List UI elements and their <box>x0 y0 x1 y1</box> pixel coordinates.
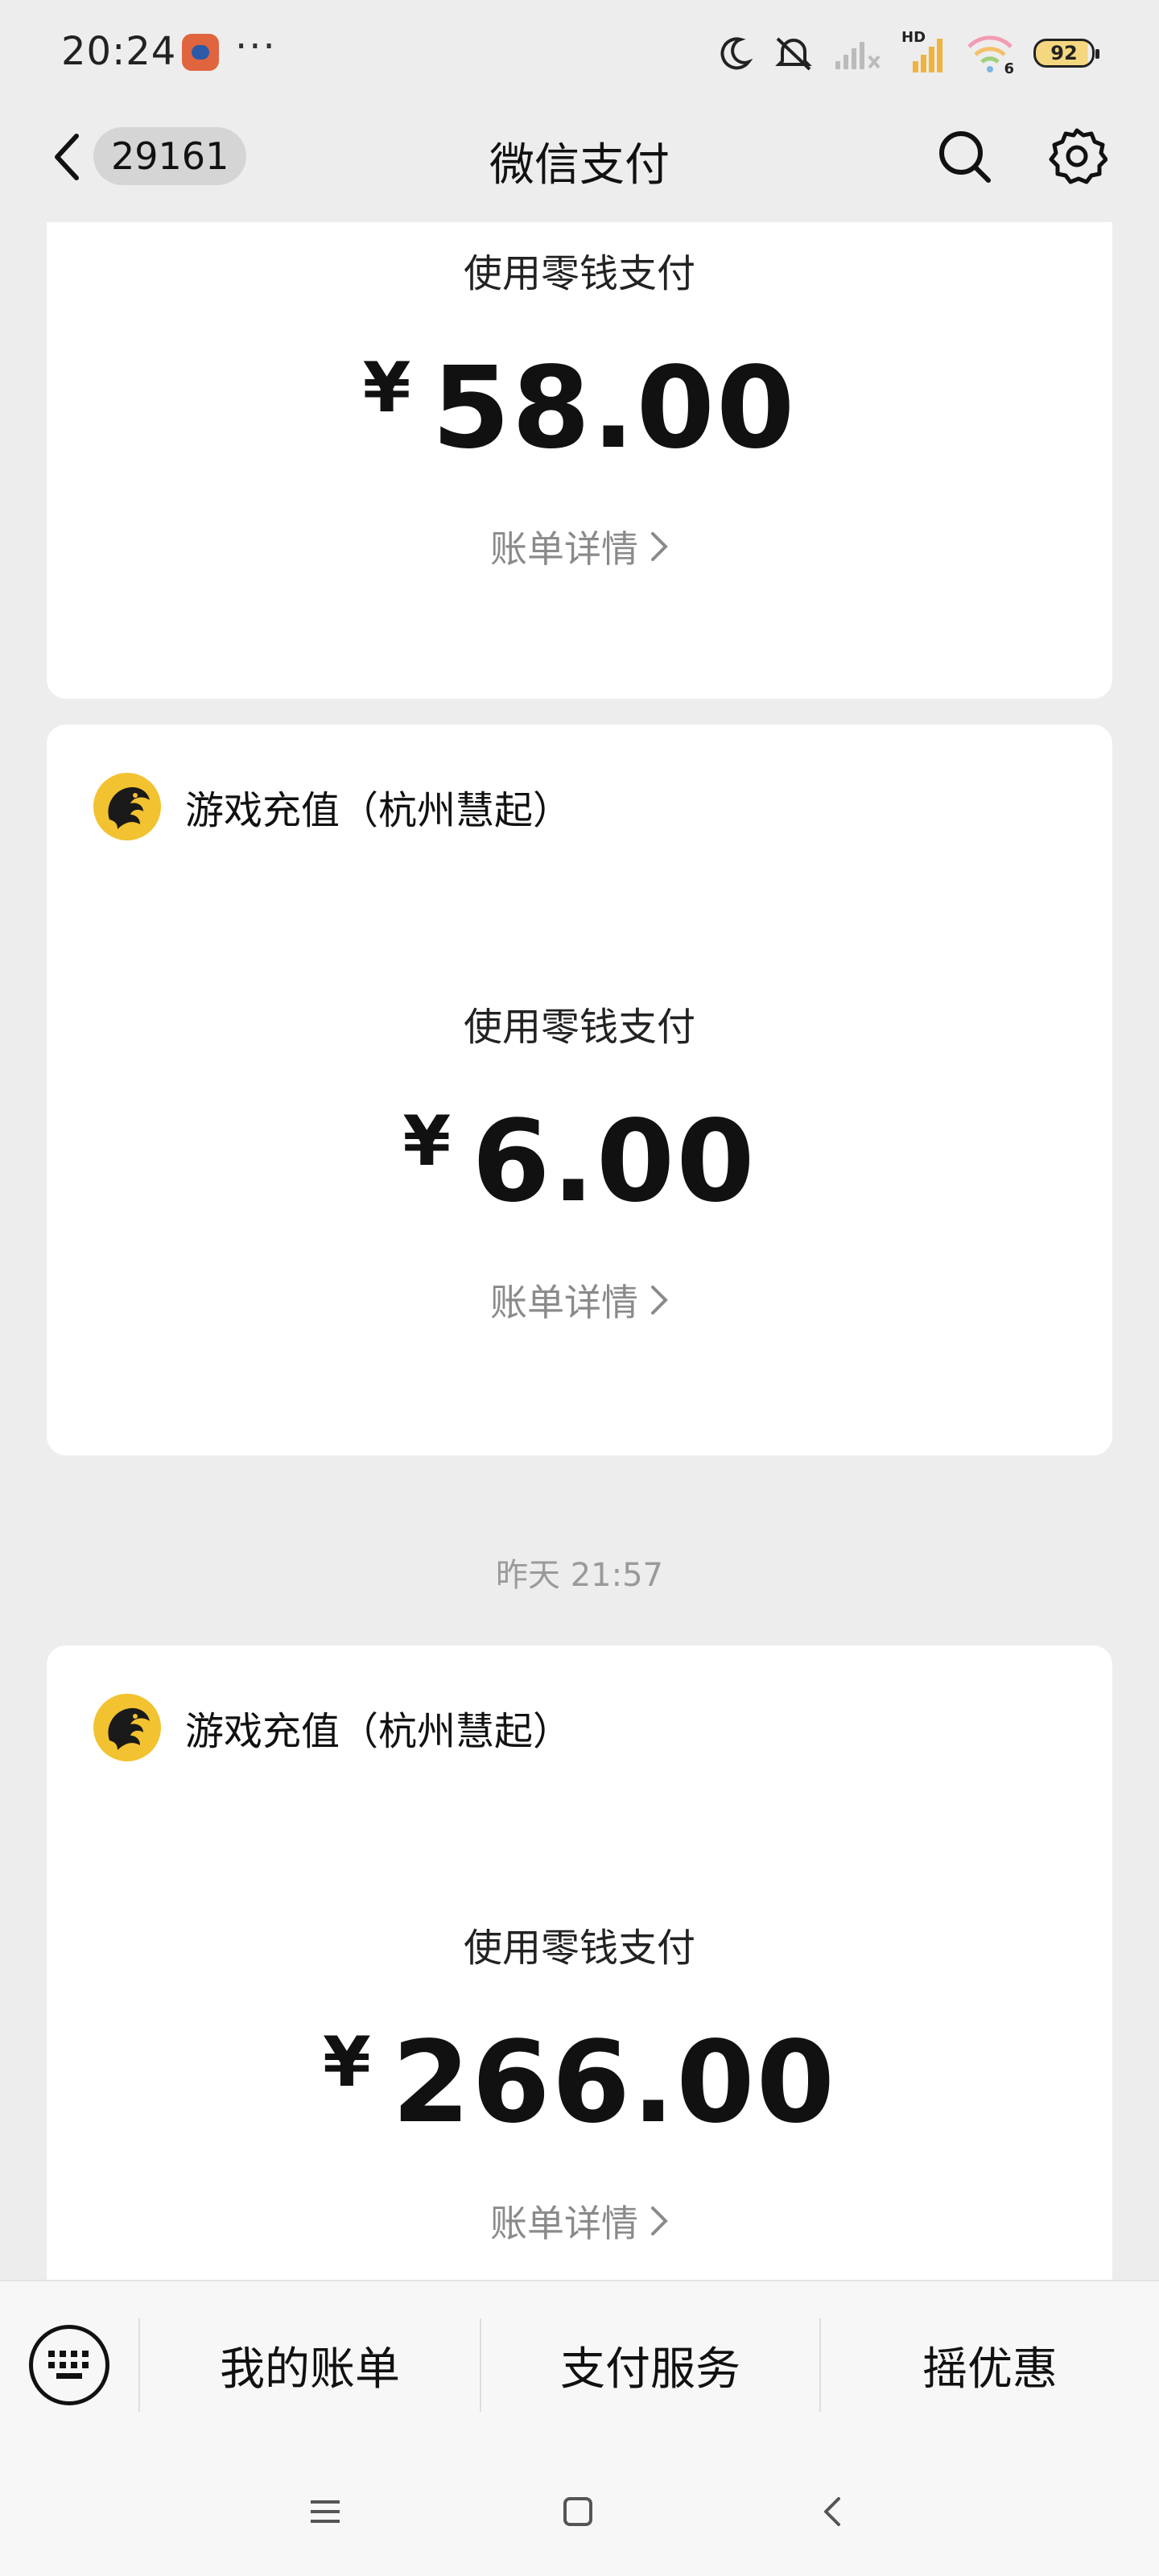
payment-amount: ¥6.00 <box>47 1096 1112 1228</box>
amount-value: 266.00 <box>391 2017 837 2149</box>
chevron-right-icon <box>651 1286 668 1315</box>
bill-detail-link[interactable]: 账单详情 <box>47 1274 1112 1327</box>
amount-value: 6.00 <box>472 1096 757 1228</box>
recent-apps-button[interactable] <box>293 2479 357 2544</box>
chevron-left-icon <box>824 2497 840 2526</box>
payment-amount: ¥266.00 <box>47 2017 1112 2149</box>
amount-value: 58.00 <box>431 343 797 474</box>
merchant-header: 游戏充值（杭州慧起） <box>93 773 571 840</box>
search-icon[interactable] <box>930 122 998 190</box>
battery-indicator: 92 <box>1033 39 1099 68</box>
merchant-header: 游戏充值（杭州慧起） <box>93 1694 571 1761</box>
status-bar: 20:24 ··· HD 6 92 <box>0 0 1159 105</box>
status-indicators: HD 6 92 <box>716 29 1099 77</box>
signal-bars-icon <box>835 42 881 69</box>
currency-symbol: ¥ <box>402 1101 453 1182</box>
keyboard-icon[interactable] <box>29 2325 109 2405</box>
bill-detail-label: 账单详情 <box>490 1281 638 1324</box>
bell-muted-icon <box>775 37 812 71</box>
bill-detail-link[interactable]: 账单详情 <box>47 2194 1112 2248</box>
menu-lines-icon <box>311 2500 340 2523</box>
nav-bar: 29161 微信支付 <box>0 105 1159 209</box>
wifi-icon: 6 <box>966 32 1014 77</box>
menu-item-payment-services[interactable]: 支付服务 <box>481 2281 819 2449</box>
bill-detail-label: 账单详情 <box>490 2202 638 2245</box>
wifi-version-label: 6 <box>1004 60 1014 77</box>
bill-detail-label: 账单详情 <box>490 527 638 571</box>
currency-symbol: ¥ <box>362 348 413 428</box>
merchant-name: 游戏充值（杭州慧起） <box>185 1709 572 1754</box>
dragon-logo-icon <box>93 773 161 840</box>
home-button[interactable] <box>546 2479 610 2544</box>
status-time: 20:24 <box>61 29 177 74</box>
gear-icon[interactable] <box>1043 122 1111 190</box>
pay-method-label: 使用零钱支付 <box>463 1005 695 1050</box>
payment-card[interactable]: 游戏充值（杭州慧起） 使用零钱支付 ¥6.00 账单详情 <box>47 724 1112 1455</box>
bill-detail-link[interactable]: 账单详情 <box>47 520 1112 573</box>
payment-card[interactable]: 使用零钱支付 ¥58.00 账单详情 <box>47 222 1112 699</box>
notification-app-icon <box>182 34 219 71</box>
menu-item-my-bills[interactable]: 我的账单 <box>140 2281 480 2449</box>
dragon-logo-icon <box>93 1694 161 1761</box>
system-back-button[interactable] <box>800 2479 864 2544</box>
moon-icon <box>720 37 753 70</box>
square-icon <box>563 2497 592 2526</box>
bottom-menu: 我的账单 支付服务 摇优惠 <box>0 2280 1159 2447</box>
pay-method-label: 使用零钱支付 <box>463 251 695 296</box>
currency-symbol: ¥ <box>322 2022 373 2103</box>
more-notifications-indicator: ··· <box>235 24 277 69</box>
menu-item-shake-offers[interactable]: 摇优惠 <box>821 2281 1159 2449</box>
payment-amount: ¥58.00 <box>47 343 1112 474</box>
chevron-right-icon <box>651 2207 668 2235</box>
merchant-name: 游戏充值（杭州慧起） <box>185 788 572 833</box>
system-nav-bar <box>0 2447 1159 2576</box>
pay-method-label: 使用零钱支付 <box>463 1926 695 1971</box>
chevron-right-icon <box>651 532 668 561</box>
signal-hd-icon: HD <box>901 29 947 74</box>
message-timestamp: 昨天 21:57 <box>496 1557 663 1594</box>
